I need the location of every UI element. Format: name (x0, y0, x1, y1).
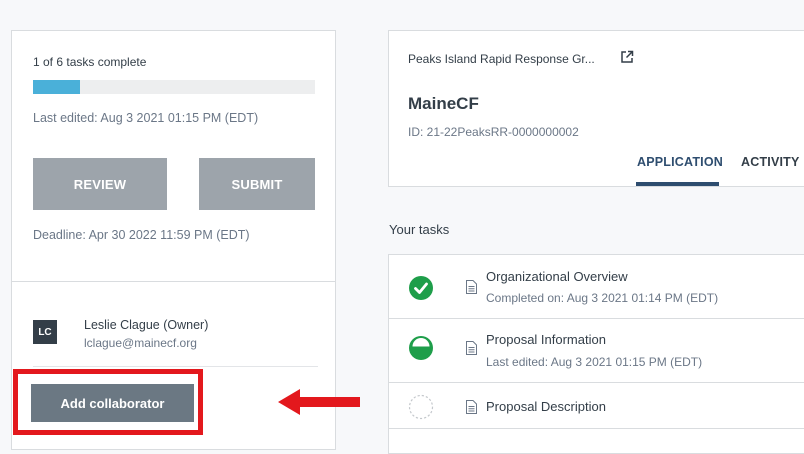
organization-name: MaineCF (408, 94, 479, 113)
task-title[interactable]: Organizational Overview (486, 269, 628, 284)
task-title[interactable]: Proposal Description (486, 399, 606, 414)
progress-bar-fill (33, 80, 80, 94)
section-divider (12, 281, 335, 282)
application-name: Peaks Island Rapid Response Gr... (408, 52, 595, 66)
task-separator (389, 318, 804, 319)
tasks-heading: Your tasks (389, 222, 450, 237)
task-subtitle: Last edited: Aug 3 2021 01:15 PM (EDT) (486, 355, 703, 369)
task-progress-text: 1 of 6 tasks complete (33, 55, 147, 69)
tab-application[interactable]: APPLICATION (637, 155, 723, 169)
add-collaborator-button[interactable]: Add collaborator (31, 384, 194, 422)
progress-bar (33, 80, 315, 94)
collaborator-divider (33, 366, 318, 367)
task-separator (389, 428, 804, 429)
collaborator-email: lclague@mainecf.org (84, 336, 197, 350)
external-link-icon[interactable] (620, 50, 634, 64)
check-circle-icon (409, 276, 433, 300)
task-separator (389, 382, 804, 383)
document-icon (466, 341, 477, 355)
submit-button[interactable]: SUBMIT (199, 158, 315, 210)
collaborator-name: Leslie Clague (Owner) (84, 318, 209, 332)
half-circle-icon (409, 336, 433, 360)
task-title[interactable]: Proposal Information (486, 332, 606, 347)
document-icon (466, 280, 477, 294)
task-list (388, 254, 804, 454)
task-subtitle: Completed on: Aug 3 2021 01:14 PM (EDT) (486, 291, 719, 305)
last-edited-text: Last edited: Aug 3 2021 01:15 PM (EDT) (33, 111, 259, 125)
avatar: LC (33, 320, 57, 344)
review-button[interactable]: REVIEW (33, 158, 167, 210)
application-id: ID: 21-22PeaksRR-0000000002 (408, 125, 579, 139)
deadline-text: Deadline: Apr 30 2022 11:59 PM (EDT) (33, 228, 250, 242)
active-tab-indicator (636, 182, 719, 186)
document-icon (466, 400, 477, 414)
empty-circle-icon (408, 394, 434, 420)
tab-activity[interactable]: ACTIVITY (741, 155, 800, 169)
arrow-left-icon (278, 389, 360, 415)
